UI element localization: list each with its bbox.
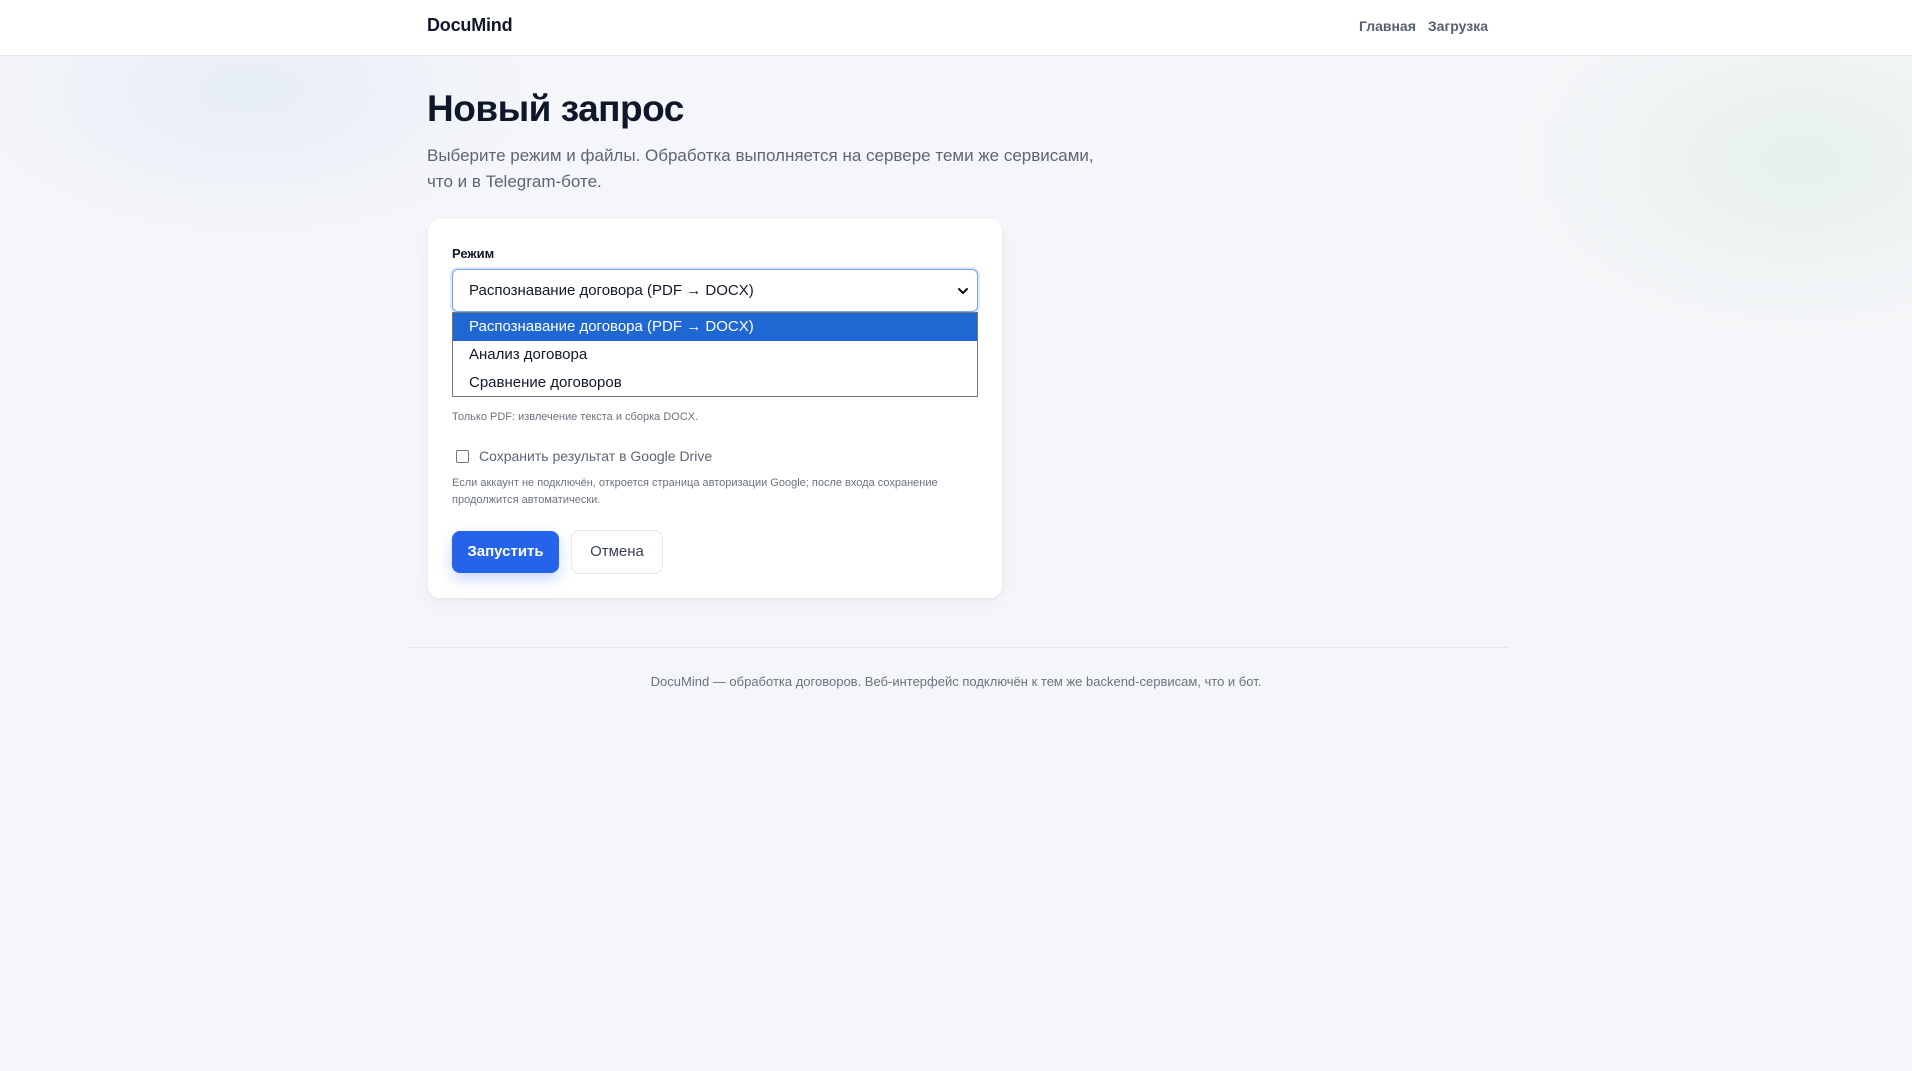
request-form-card: Режим Распознавание договора (PDF → DOCX… xyxy=(428,219,1002,598)
nav-link-upload[interactable]: Загрузка xyxy=(1428,18,1488,34)
save-google-drive-checkbox[interactable] xyxy=(456,449,469,463)
brand-logo[interactable]: DocuMind xyxy=(427,15,513,36)
mode-option-analysis[interactable]: Анализ договора xyxy=(453,341,977,369)
footer-divider xyxy=(407,647,1508,648)
google-auth-note: Если аккаунт не подключён, откроется стр… xyxy=(452,477,938,506)
mode-options-list: Распознавание договора (PDF → DOCX) Анал… xyxy=(452,312,978,397)
mode-label: Режим xyxy=(452,246,495,261)
chevron-down-icon xyxy=(958,288,968,294)
mode-hint: Только PDF: извлечение текста и сборка D… xyxy=(452,411,699,423)
mode-select[interactable]: Распознавание договора (PDF → DOCX) xyxy=(452,269,978,312)
page-title: Новый запрос xyxy=(427,88,684,129)
main-nav: Главная Загрузка xyxy=(1359,18,1488,34)
top-navbar: DocuMind Главная Загрузка xyxy=(0,0,1912,56)
submit-button[interactable]: Запустить xyxy=(452,531,559,573)
mode-option-comparison[interactable]: Сравнение договоров xyxy=(453,369,977,397)
google-drive-option: Сохранить результат в Google Drive xyxy=(456,448,712,464)
nav-link-home[interactable]: Главная xyxy=(1359,18,1416,34)
page-description: Выберите режим и файлы. Обработка выполн… xyxy=(427,146,1094,191)
footer-text: DocuMind — обработка договоров. Веб-инте… xyxy=(650,674,1262,689)
cancel-button[interactable]: Отмена xyxy=(571,530,663,574)
mode-option-recognition[interactable]: Распознавание договора (PDF → DOCX) xyxy=(453,313,977,341)
mode-select-value: Распознавание договора (PDF → DOCX) xyxy=(469,282,754,299)
save-google-drive-label[interactable]: Сохранить результат в Google Drive xyxy=(479,448,712,464)
